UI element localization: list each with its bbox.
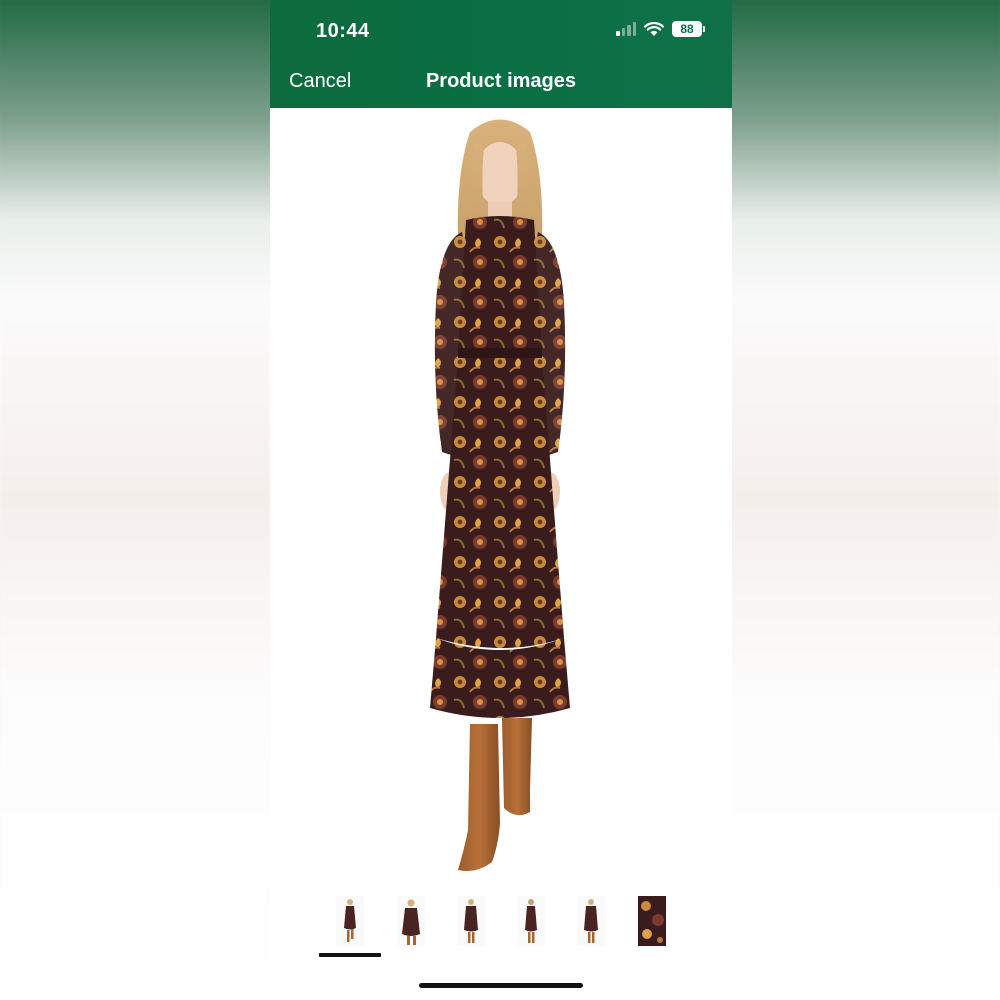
wifi-icon [644, 21, 664, 36]
product-main-image[interactable] [370, 112, 630, 882]
phone-screen: 10:44 88 Cancel Product images [270, 0, 732, 1000]
navigation-header: 10:44 88 Cancel Product images [270, 0, 732, 108]
selected-thumbnail-indicator [319, 953, 381, 957]
thumbnail-5[interactable] [577, 896, 605, 946]
thumbnail-3[interactable] [457, 896, 485, 946]
battery-icon: 88 [672, 21, 705, 37]
thumbnail-1[interactable] [336, 896, 364, 946]
status-icons: 88 [616, 21, 705, 37]
status-time: 10:44 [316, 20, 370, 42]
blurred-background-right [730, 0, 1000, 1000]
thumbnail-4[interactable] [517, 896, 545, 946]
thumbnail-strip [320, 896, 690, 948]
page-title: Product images [425, 70, 577, 92]
thumbnail-2[interactable] [397, 896, 425, 946]
cellular-signal-icon [616, 22, 636, 36]
thumbnail-6[interactable] [638, 896, 666, 946]
blurred-background-left [0, 0, 270, 1000]
home-indicator[interactable] [419, 983, 583, 988]
